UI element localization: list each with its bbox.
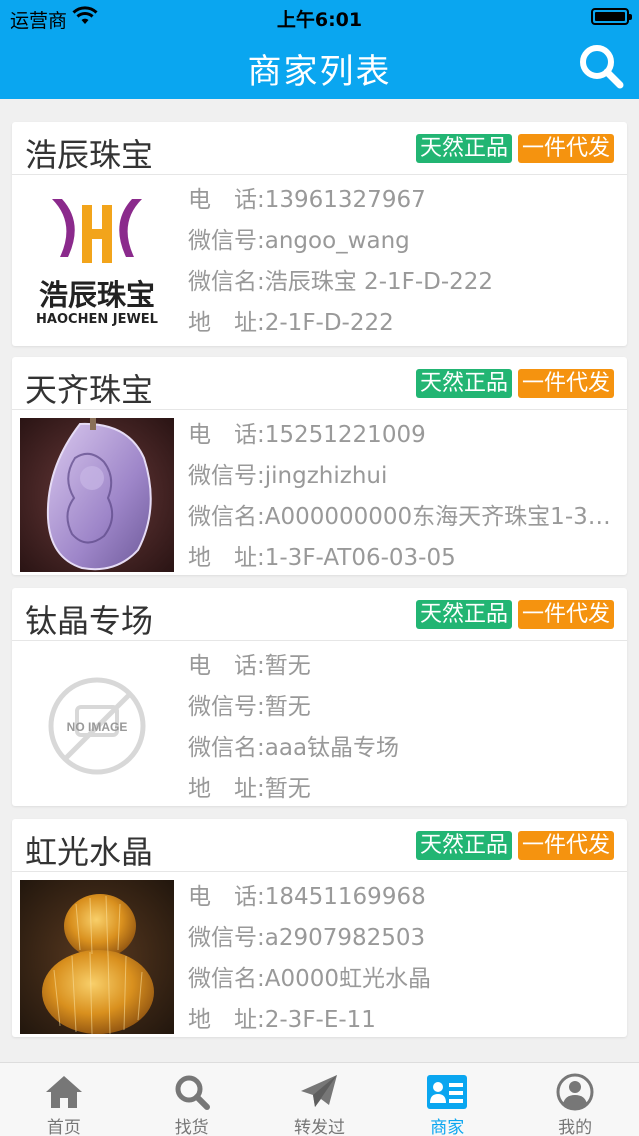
tag-genuine: 天然正品 [415,134,512,163]
app-header: 运营商 上午6:01 商家列表 [0,0,639,99]
rutile-gourd-image [20,880,174,1034]
logo-text: 浩辰珠宝 [39,278,155,312]
tag-genuine: 天然正品 [415,600,512,629]
no-image-icon: NO IMAGE [20,649,174,803]
logo-subtext: HAOCHEN JEWEL [36,312,158,327]
haochen-logo-mark: 浩辰珠宝 HAOCHEN JEWEL [20,183,174,337]
merchant-list[interactable]: 浩辰珠宝 天然正品 一件代发 浩辰珠宝 HAOCHEN JEWEL 电 话:13… [0,99,639,1062]
merchant-info: 电 话:15251221009 微信号:jingzhizhui 微信名:A000… [188,415,617,579]
merchant-info: 电 话:18451169968 微信号:a2907982503 微信名:A000… [188,877,617,1041]
tab-label: 转发过 [293,1118,345,1136]
wechat-name-row: 微信名:aaa钛晶专场 [188,735,400,761]
wechat-id-row: 微信号:jingzhizhui [188,463,388,489]
no-image-placeholder: NO IMAGE [20,649,174,803]
phone-row: 电 话:13961327967 [188,187,426,213]
tab-me[interactable]: 我的 [511,1063,639,1136]
wechat-id-row: 微信号:a2907982503 [188,925,426,951]
merchant-photo [20,418,174,572]
merchant-logo: 浩辰珠宝 HAOCHEN JEWEL [20,183,174,337]
wechat-name-row: 微信名:A000000000东海天齐珠宝1-3F-AT06-03-05 [188,504,617,530]
tab-label: 商家 [430,1118,465,1136]
merchant-card[interactable]: 天齐珠宝 天然正品 一件代发 电 话:15251221009 微信号:jingz… [12,357,627,575]
page-title: 商家列表 [247,52,392,92]
merchant-card-icon [427,1075,468,1109]
tag-dropship: 一件代发 [517,134,614,163]
no-image-text: NO IMAGE [67,720,128,734]
tag-dropship: 一件代发 [517,600,614,629]
tab-forwarded[interactable]: 转发过 [256,1063,384,1136]
divider [12,409,627,410]
merchant-name: 钛晶专场 [25,602,154,640]
merchant-info: 电 话:暂无 微信号:暂无 微信名:aaa钛晶专场 地 址:暂无 [188,646,617,810]
wechat-id-row: 微信号:angoo_wang [188,228,410,254]
merchant-name: 浩辰珠宝 [25,136,154,174]
tag-genuine: 天然正品 [415,831,512,860]
address-row: 地 址:2-3F-E-11 [188,1007,376,1033]
merchant-card[interactable]: 浩辰珠宝 天然正品 一件代发 浩辰珠宝 HAOCHEN JEWEL 电 话:13… [12,122,627,346]
merchant-card[interactable]: 虹光水晶 天然正品 一件代发 电 话:18451169968 微信号:a2907… [12,819,627,1037]
merchant-info: 电 话:13961327967 微信号:angoo_wang 微信名:浩辰珠宝 … [188,180,617,344]
search-icon[interactable] [577,42,625,90]
address-row: 地 址:暂无 [188,776,311,802]
paper-plane-icon [301,1075,338,1107]
tab-label: 我的 [558,1118,593,1136]
wechat-name-row: 微信名:浩辰珠宝 2-1F-D-222 [188,269,494,295]
merchant-card[interactable]: 钛晶专场 天然正品 一件代发 NO IMAGE 电 话:暂无 微信号:暂无 微信… [12,588,627,806]
merchant-name: 虹光水晶 [25,833,154,871]
tab-home[interactable]: 首页 [0,1063,128,1136]
merchant-photo [20,880,174,1034]
status-bar: 运营商 上午6:01 [0,0,639,34]
status-time: 上午6:01 [276,9,363,31]
phone-row: 电 话:18451169968 [188,884,426,910]
address-row: 地 址:2-1F-D-222 [188,310,394,336]
crystal-pendant-image [20,418,174,572]
tag-genuine: 天然正品 [415,369,512,398]
tab-find-goods[interactable]: 找货 [128,1063,256,1136]
divider [12,871,627,872]
phone-row: 电 话:15251221009 [188,422,426,448]
divider [12,640,627,641]
tag-dropship: 一件代发 [517,369,614,398]
tab-label: 找货 [174,1118,209,1136]
wechat-name-row: 微信名:A0000虹光水晶 [188,966,432,992]
user-icon [556,1073,594,1111]
address-row: 地 址:1-3F-AT06-03-05 [188,545,456,571]
tab-bar: 首页 找货 转发过 商家 我的 [0,1062,639,1136]
tab-label: 首页 [46,1118,81,1136]
home-icon [45,1076,82,1108]
search-icon [175,1075,210,1110]
merchant-name: 天齐珠宝 [25,371,154,409]
tab-merchants[interactable]: 商家 [383,1063,511,1136]
wechat-id-row: 微信号:暂无 [188,694,311,720]
phone-row: 电 话:暂无 [188,653,311,679]
tag-dropship: 一件代发 [517,831,614,860]
divider [12,174,627,175]
battery-icon [591,8,632,25]
